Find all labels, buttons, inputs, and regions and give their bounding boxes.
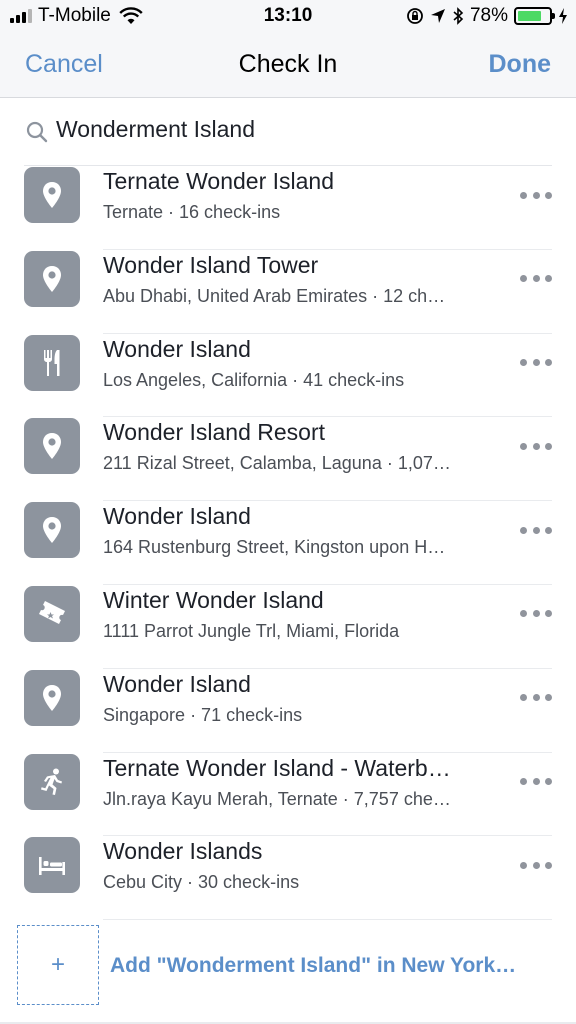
add-place-label[interactable]: Add "Wonderment Island" in New York… — [110, 954, 550, 978]
more-options-icon[interactable] — [520, 775, 552, 789]
more-options-icon[interactable] — [520, 858, 552, 872]
place-subtitle: Los Angeles, California · 41 check-ins — [103, 369, 405, 390]
list-item[interactable]: Wonder Island Resort 211 Rizal Street, Ca… — [0, 417, 576, 502]
battery-icon — [514, 7, 555, 25]
orientation-lock-icon — [407, 8, 423, 24]
ticket-icon — [24, 585, 80, 642]
add-place-row[interactable]: + Add "Wonderment Island" in New York… — [0, 918, 576, 1014]
place-name: Wonder Island — [103, 670, 251, 697]
place-name: Wonder Island — [103, 335, 251, 362]
list-item[interactable]: Ternate Wonder Island Ternate · 16 check-… — [0, 166, 576, 250]
location-pin-icon — [24, 250, 80, 307]
results-list: Ternate Wonder Island Ternate · 16 check-… — [0, 166, 576, 921]
search-bar — [0, 99, 576, 165]
place-name: Wonder Island Tower — [103, 251, 319, 278]
list-item[interactable]: Wonder Island Singapore · 71 check-ins — [0, 669, 576, 753]
place-subtitle: Cebu City · 30 check-ins — [103, 872, 300, 893]
location-pin-icon — [24, 502, 80, 559]
add-place-box[interactable]: + — [17, 925, 99, 1005]
status-bar: T-Mobile 13:10 78% — [0, 0, 576, 34]
list-item[interactable]: Winter Wonder Island 1111 Parrot Jungle T… — [0, 585, 576, 669]
place-name: Wonder Island — [103, 503, 251, 530]
place-subtitle: 164 Rustenburg Street, Kingston upon H… — [103, 537, 446, 558]
search-icon — [26, 121, 48, 143]
battery-percent: 78% — [469, 5, 508, 26]
search-input[interactable] — [56, 116, 546, 143]
list-item[interactable]: Wonder Islands Cebu City · 30 check-ins — [0, 836, 576, 921]
more-options-icon[interactable] — [520, 439, 552, 453]
location-arrow-icon — [430, 9, 445, 23]
place-subtitle: Abu Dhabi, United Arab Emirates · 12 ch… — [103, 285, 446, 306]
place-subtitle: Singapore · 71 check-ins — [103, 704, 303, 725]
location-pin-icon — [24, 418, 80, 475]
place-subtitle: 1111 Parrot Jungle Trl, Miami, Florida — [103, 620, 400, 641]
restaurant-icon — [24, 334, 80, 391]
place-name: Winter Wonder Island — [103, 586, 324, 613]
list-item[interactable]: Wonder Island Los Angeles, California · 4… — [0, 334, 576, 418]
more-options-icon[interactable] — [520, 523, 552, 537]
bed-icon — [24, 837, 80, 894]
place-name: Ternate Wonder Island - Waterb… — [103, 754, 451, 781]
place-name: Wonder Islands — [103, 838, 263, 865]
place-subtitle: Ternate · 16 check-ins — [103, 202, 281, 222]
list-item[interactable]: Wonder Island 164 Rustenburg Street, King… — [0, 501, 576, 585]
plus-icon: + — [50, 951, 65, 978]
charging-icon — [559, 8, 567, 24]
place-subtitle: Jln.raya Kayu Merah, Ternate · 7,757 che… — [103, 788, 451, 809]
list-item[interactable]: Ternate Wonder Island - Waterb… Jln.raya … — [0, 753, 576, 837]
navigation-bar: Cancel Check In Done — [0, 34, 576, 98]
place-subtitle: 211 Rizal Street, Calamba, Laguna · 1,07… — [103, 453, 451, 474]
location-pin-icon — [24, 669, 80, 726]
running-person-icon — [24, 753, 80, 810]
list-item[interactable]: Wonder Island Tower Abu Dhabi, United Ara… — [0, 250, 576, 334]
more-options-icon[interactable] — [520, 188, 552, 202]
more-options-icon[interactable] — [520, 356, 552, 370]
more-options-icon[interactable] — [520, 691, 552, 705]
battery-fill — [518, 11, 542, 21]
more-options-icon[interactable] — [520, 272, 552, 286]
more-options-icon[interactable] — [520, 607, 552, 621]
done-button[interactable]: Done — [489, 50, 552, 79]
bluetooth-icon — [453, 7, 464, 25]
place-name: Wonder Island Resort — [103, 419, 326, 446]
status-right: 78% — [406, 5, 568, 27]
place-name: Ternate Wonder Island — [103, 168, 334, 194]
location-pin-icon — [24, 167, 80, 223]
